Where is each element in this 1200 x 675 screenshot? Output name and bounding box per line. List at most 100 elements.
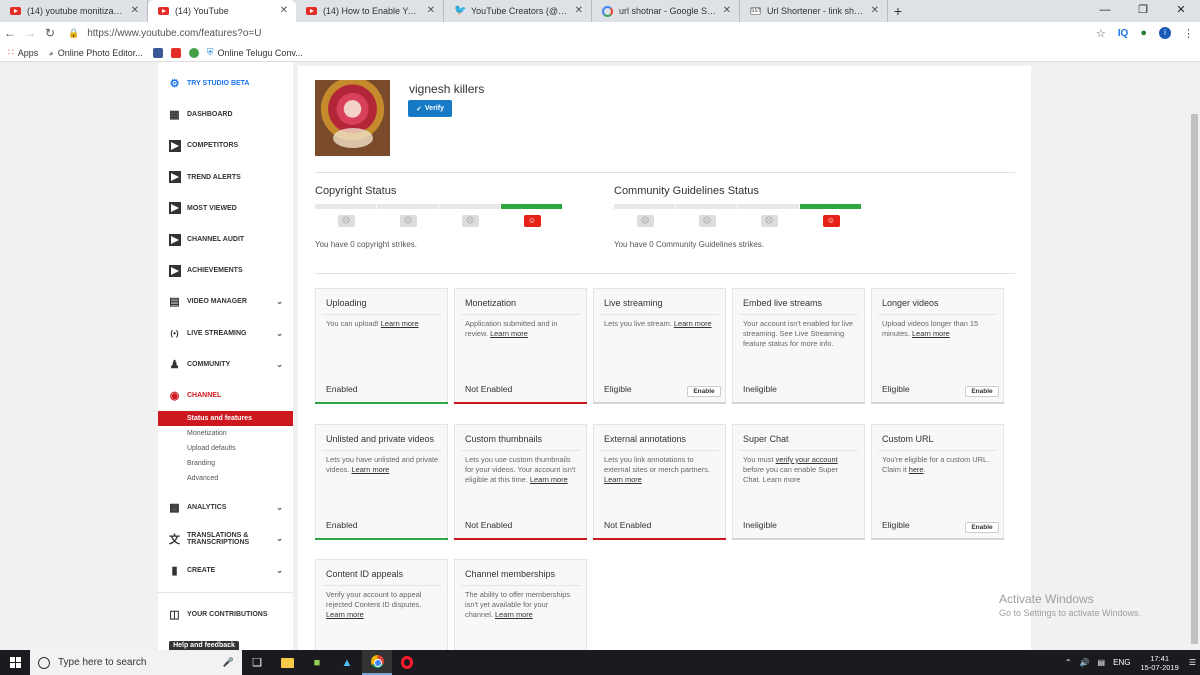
learn-more-link[interactable]: Learn more — [674, 319, 712, 328]
profile-avatar[interactable]: i — [1159, 27, 1171, 39]
volume-icon[interactable]: 🔊 — [1080, 658, 1090, 667]
browser-tab[interactable]: (14) youtube monitizaton apply t ✕ — [0, 0, 148, 22]
minimize-icon[interactable]: — — [1086, 0, 1124, 22]
browser-tab[interactable]: SST Url Shortener - link shortener on ✕ — [740, 0, 888, 22]
chevron-down-icon[interactable]: ⌄ — [276, 534, 283, 543]
channel-subitem[interactable]: Advanced — [158, 471, 293, 486]
start-button[interactable] — [0, 650, 30, 675]
browser-tab[interactable]: url shotnar - Google Search ✕ — [592, 0, 740, 22]
task-view-icon[interactable]: ❑ — [242, 650, 272, 675]
feature-desc-text: Lets you live stream. — [604, 319, 674, 328]
sidebar-item-achievements[interactable]: ACHIEVEMENTS — [158, 255, 293, 286]
chevron-up-icon[interactable]: ⌃ — [1065, 658, 1072, 667]
sidebar-item-studio-beta[interactable]: ⚙ TRY STUDIO BETA — [158, 68, 293, 99]
tab-close-icon[interactable]: ✕ — [871, 5, 879, 16]
scrollbar[interactable] — [1188, 62, 1200, 650]
sidebar-item-contributions[interactable]: ◫ YOUR CONTRIBUTIONS — [158, 599, 293, 630]
channel-subitem[interactable]: Status and features — [158, 411, 293, 427]
tab-label: Url Shortener - link shortener on — [767, 6, 865, 16]
tab-close-icon[interactable]: ✕ — [575, 5, 583, 16]
sidebar-item-trend-alerts[interactable]: TREND ALERTS — [158, 162, 293, 193]
tab-close-icon[interactable]: ✕ — [723, 5, 731, 16]
play-bookmark-icon[interactable] — [188, 47, 199, 58]
restore-icon[interactable]: ❐ — [1124, 0, 1162, 22]
help-feedback-button[interactable]: Help and feedback — [169, 641, 239, 650]
bookmark-star-icon[interactable]: ☆ — [1096, 27, 1106, 40]
sidebar-item-translations[interactable]: 文 TRANSLATIONS & TRANSCRIPTIONS ⌄ — [158, 523, 293, 554]
sidebar-item-analytics[interactable]: ▩ ANALYTICS ⌄ — [158, 492, 293, 523]
tab-close-icon[interactable]: ✕ — [280, 5, 288, 16]
verify-button[interactable]: ✓ Verify — [408, 100, 452, 117]
sidebar-item-create[interactable]: ▮ CREATE ⌄ — [158, 554, 293, 585]
chevron-down-icon[interactable]: ⌄ — [276, 566, 283, 575]
sidebar-item-channel[interactable]: ◉ CHANNEL — [158, 380, 293, 411]
microphone-icon[interactable]: 🎤 — [223, 657, 234, 668]
learn-more-link[interactable]: Learn more — [912, 329, 950, 338]
channel-subitem[interactable]: Upload defaults — [158, 441, 293, 456]
sidebar-item-competitors[interactable]: COMPETITORS — [158, 130, 293, 161]
learn-more-link[interactable]: Learn more — [495, 610, 533, 619]
network-icon[interactable]: ▤ — [1098, 658, 1106, 667]
enable-button[interactable]: Enable — [965, 386, 999, 397]
learn-more-link[interactable]: here — [909, 465, 924, 474]
play-box-icon — [168, 264, 181, 277]
tab-close-icon[interactable]: ✕ — [131, 5, 139, 16]
browser-tab[interactable]: (14) YouTube ✕ — [148, 0, 296, 22]
opera-taskbar-icon[interactable] — [392, 650, 422, 675]
bookmark-telugu[interactable]: ⛨ Online Telugu Conv... — [207, 47, 303, 58]
feature-desc-text: You can upload! — [326, 319, 381, 328]
clock[interactable]: 17:41 15-07-2019 — [1140, 654, 1178, 672]
feature-description: You can upload! Learn more — [326, 319, 439, 329]
sidebar-item-video-manager[interactable]: ▤ VIDEO MANAGER ⌄ — [158, 286, 293, 317]
address-field[interactable]: 🔒 https://www.youtube.com/features?o=U — [68, 24, 1082, 42]
photos-icon[interactable]: ▲ — [332, 650, 362, 675]
close-window-icon[interactable]: ✕ — [1162, 0, 1200, 22]
learn-more-link[interactable]: verify your account — [776, 455, 838, 464]
sidebar-item-channel-audit[interactable]: CHANNEL AUDIT — [158, 224, 293, 255]
chevron-down-icon[interactable]: ⌄ — [276, 360, 283, 369]
chevron-down-icon[interactable]: ⌄ — [276, 503, 283, 512]
globe-extension-icon[interactable]: ● — [1140, 27, 1147, 39]
scrollbar-thumb[interactable] — [1191, 114, 1198, 644]
notifications-icon[interactable]: ☰ — [1189, 658, 1196, 667]
file-explorer-icon[interactable] — [272, 650, 302, 675]
card-divider — [461, 450, 580, 451]
learn-more-link[interactable]: Learn more — [326, 610, 364, 619]
channel-subitem[interactable]: Monetization — [158, 426, 293, 441]
card-divider — [461, 585, 580, 586]
chevron-down-icon[interactable]: ⌄ — [276, 297, 283, 306]
back-icon[interactable]: ← — [0, 26, 20, 40]
forward-icon[interactable]: → — [20, 26, 40, 40]
language-indicator[interactable]: ENG — [1113, 658, 1130, 667]
windows-logo-icon — [9, 657, 21, 668]
sidebar-item-dashboard[interactable]: ▦ DASHBOARD — [158, 99, 293, 130]
sidebar-item-most-viewed[interactable]: MOST VIEWED — [158, 193, 293, 224]
browser-tab[interactable]: 🐦 YouTube Creators (@YTCreators) ✕ — [444, 0, 592, 22]
lock-icon[interactable]: 🔒 — [68, 28, 79, 39]
browser-menu-icon[interactable]: ⋮ — [1183, 27, 1194, 40]
sidebar-item-live-streaming[interactable]: (•) LIVE STREAMING ⌄ — [158, 318, 293, 349]
chrome-taskbar-icon[interactable] — [362, 650, 392, 675]
channel-subitem[interactable]: Branding — [158, 456, 293, 471]
learn-more-link[interactable]: Learn more — [530, 475, 568, 484]
chevron-down-icon[interactable]: ⌄ — [276, 329, 283, 338]
learn-more-link[interactable]: Learn more — [381, 319, 419, 328]
reload-icon[interactable]: ↻ — [40, 26, 60, 40]
learn-more-link[interactable]: Learn more — [351, 465, 389, 474]
learn-more-link[interactable]: Learn more — [604, 475, 642, 484]
tab-close-icon[interactable]: ✕ — [427, 5, 435, 16]
taskbar-search[interactable]: Type here to search 🎤 — [30, 650, 242, 675]
new-tab-button[interactable]: + — [888, 0, 908, 22]
bookmark-apps[interactable]: ∷ Apps — [8, 47, 38, 58]
enable-button[interactable]: Enable — [965, 522, 999, 533]
learn-more-link[interactable]: Learn more — [490, 329, 528, 338]
app-icon[interactable]: ■ — [302, 650, 332, 675]
youtube-bookmark-icon[interactable] — [170, 47, 181, 58]
bookmark-photo-editor[interactable]: ◕ Online Photo Editor... — [48, 48, 143, 58]
browser-tab[interactable]: (14) How to Enable Youtube Mo ✕ — [296, 0, 444, 22]
facebook-icon[interactable] — [152, 47, 163, 58]
enable-button[interactable]: Enable — [687, 386, 721, 397]
sidebar-item-community[interactable]: ♟ COMMUNITY ⌄ — [158, 349, 293, 380]
channel-avatar[interactable] — [315, 80, 390, 156]
iq-extension-icon[interactable]: IQ — [1118, 28, 1129, 39]
